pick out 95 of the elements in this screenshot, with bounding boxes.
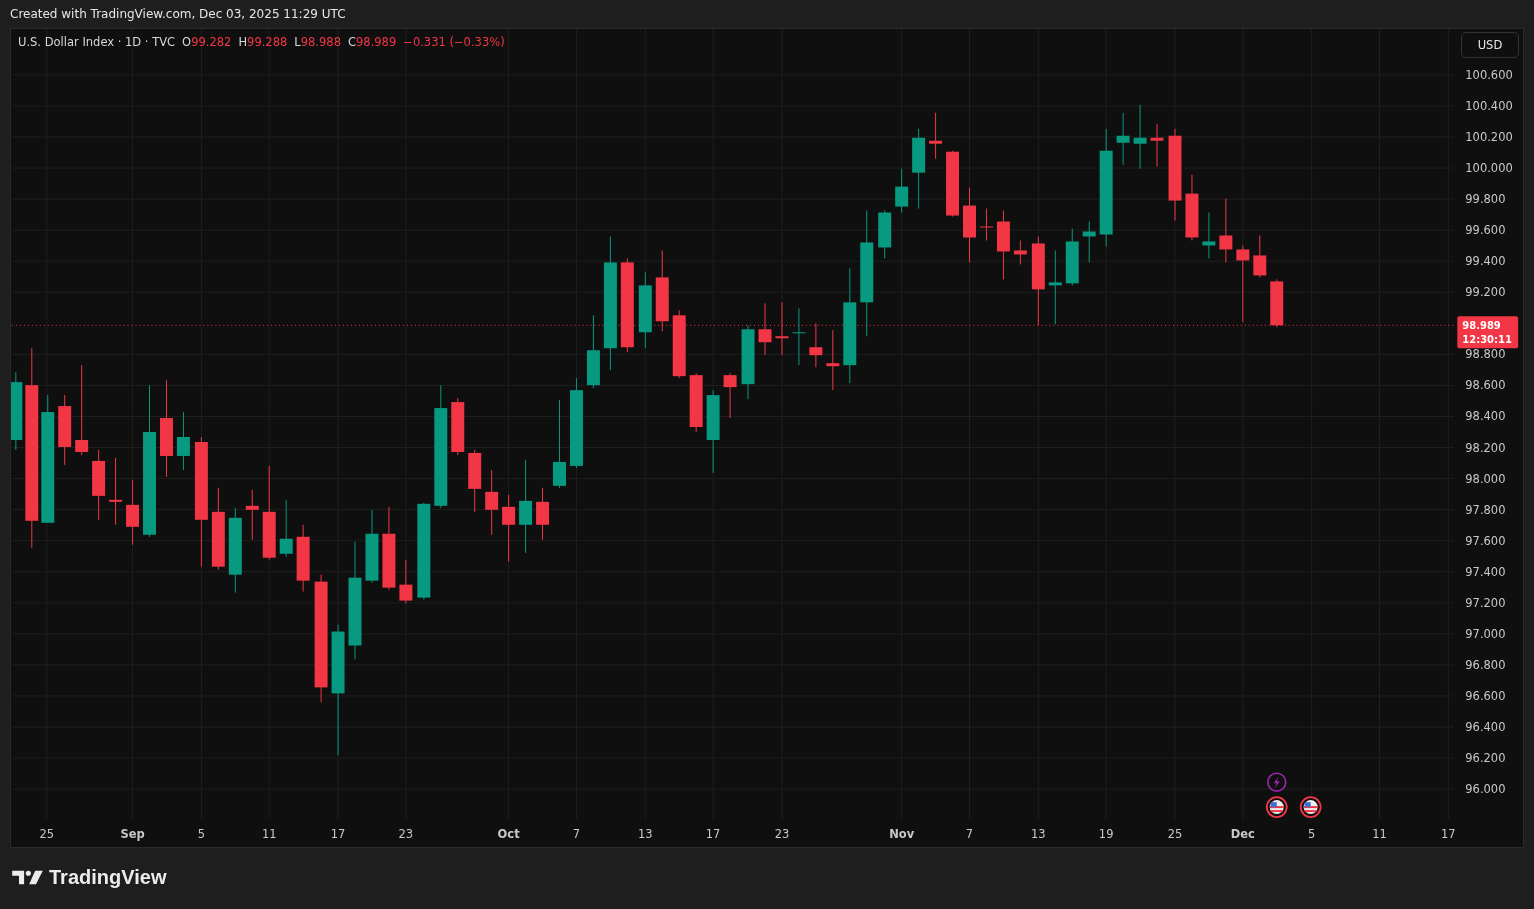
time-axis-label: 13 [1031,827,1046,841]
candlestick [109,457,123,526]
price-axis-label: 99.600 [1465,223,1506,238]
time-axis-label: 17 [1441,827,1456,841]
price-axis-label: 96.600 [1465,688,1506,703]
time-axis-label: 25 [39,827,55,841]
candlestick [296,524,310,593]
candlestick [1185,174,1199,241]
time-axis-label: Sep [120,827,145,841]
time-axis-label: 13 [638,827,653,841]
candlestick [279,499,293,558]
candlestick [672,309,686,379]
watermark-caption: Created with TradingView.com, Dec 03, 2025 11:29 UTC [9,6,347,23]
candlestick [176,411,190,471]
candlestick [946,150,960,218]
time-axis-label: Oct [497,827,520,841]
ohlc-value: O99.282 [182,35,232,49]
price-axis-label: 100.000 [1465,161,1513,176]
candlestick [826,329,840,391]
candlestick [536,487,550,541]
time-axis-label: 23 [398,827,414,841]
symbol-title: U.S. Dollar Index · 1D · TVC [18,35,176,49]
candlestick [878,210,892,259]
time-axis-label: 25 [1167,827,1183,841]
currency-button[interactable]: USD [1461,32,1519,58]
price-axis-label: 99.800 [1465,192,1506,207]
candlestick [92,449,106,521]
candlestick [1202,212,1216,259]
price-axis-label: 99.200 [1465,285,1506,300]
candlestick [468,449,482,513]
time-axis-label: 11 [1372,827,1387,841]
price-axis-label: 98.000 [1465,471,1506,486]
price-axis-label: 98.400 [1465,409,1506,424]
last-price-badge: 98.989 12:30:11 [1457,316,1519,349]
price-axis-label: 97.200 [1465,595,1506,610]
time-axis-label: 19 [1098,827,1114,841]
time-axis-label: 7 [965,827,974,841]
price-axis-label: 97.800 [1465,502,1506,517]
price-axis-label: 98.800 [1465,347,1506,362]
price-axis-label: 97.000 [1465,626,1506,641]
candlestick [58,394,72,466]
candlestick [723,372,737,419]
time-axis-label: 17 [330,827,346,841]
candlestick [245,489,259,541]
price-axis-label: 96.200 [1465,751,1506,766]
candlestick [126,479,140,546]
time-axis-label: Nov [889,827,915,841]
price-axis-label: 100.600 [1465,67,1513,82]
price-axis-label: 99.400 [1465,254,1506,269]
price-axis-label: 98.200 [1465,440,1506,455]
price-axis-label: 100.400 [1465,98,1513,113]
candlestick [1150,123,1164,168]
price-axis-label: 98.600 [1465,378,1506,393]
flag-icon[interactable] [1299,796,1322,818]
candlestick [1219,198,1233,263]
time-axis-label: 17 [705,827,721,841]
candlestick [399,559,413,605]
candlestick [502,494,516,563]
logo-text: TradingView [49,866,167,889]
candlestick [1013,240,1027,265]
candlestick [775,301,789,356]
candlestick [929,112,943,160]
ohlc-value: C98.989 [348,35,397,49]
price-change: −0.331 (−0.33%) [403,35,505,49]
candlestick [758,302,772,356]
price-axis-label: 100.200 [1465,130,1513,144]
candlestick [1270,278,1284,328]
candlestick [1133,104,1147,170]
price-axis-label: 96.000 [1465,782,1506,797]
price-axis-label: 97.600 [1465,533,1506,548]
candlestick [895,168,909,214]
ohlc-value: H99.288 [238,35,288,49]
candlestick [485,469,499,536]
time-axis-label: 5 [197,827,206,841]
time-axis-label: 23 [774,827,790,841]
price-axis-label: 97.400 [1465,564,1506,579]
candlestick [792,307,806,366]
candlestick [809,322,823,368]
time-axis-label: 5 [1308,827,1316,841]
time-axis-label: 7 [572,827,581,841]
candlestick [1116,112,1130,166]
logo-icon [12,869,43,886]
time-axis-label: Dec [1230,827,1255,841]
candlestick [996,210,1010,280]
candlestick [1082,221,1096,263]
candlestick [980,208,993,241]
ohlc-value: L98.988 [294,35,341,49]
candlestick [1253,235,1267,278]
candlestick [451,397,465,456]
candlestick [1065,228,1079,286]
price-axis-label: 96.400 [1465,720,1506,734]
candlestick [689,372,703,433]
flag-icon[interactable] [1265,796,1288,818]
price-axis-label: 96.800 [1465,657,1506,672]
time-axis-label: 11 [261,827,277,841]
